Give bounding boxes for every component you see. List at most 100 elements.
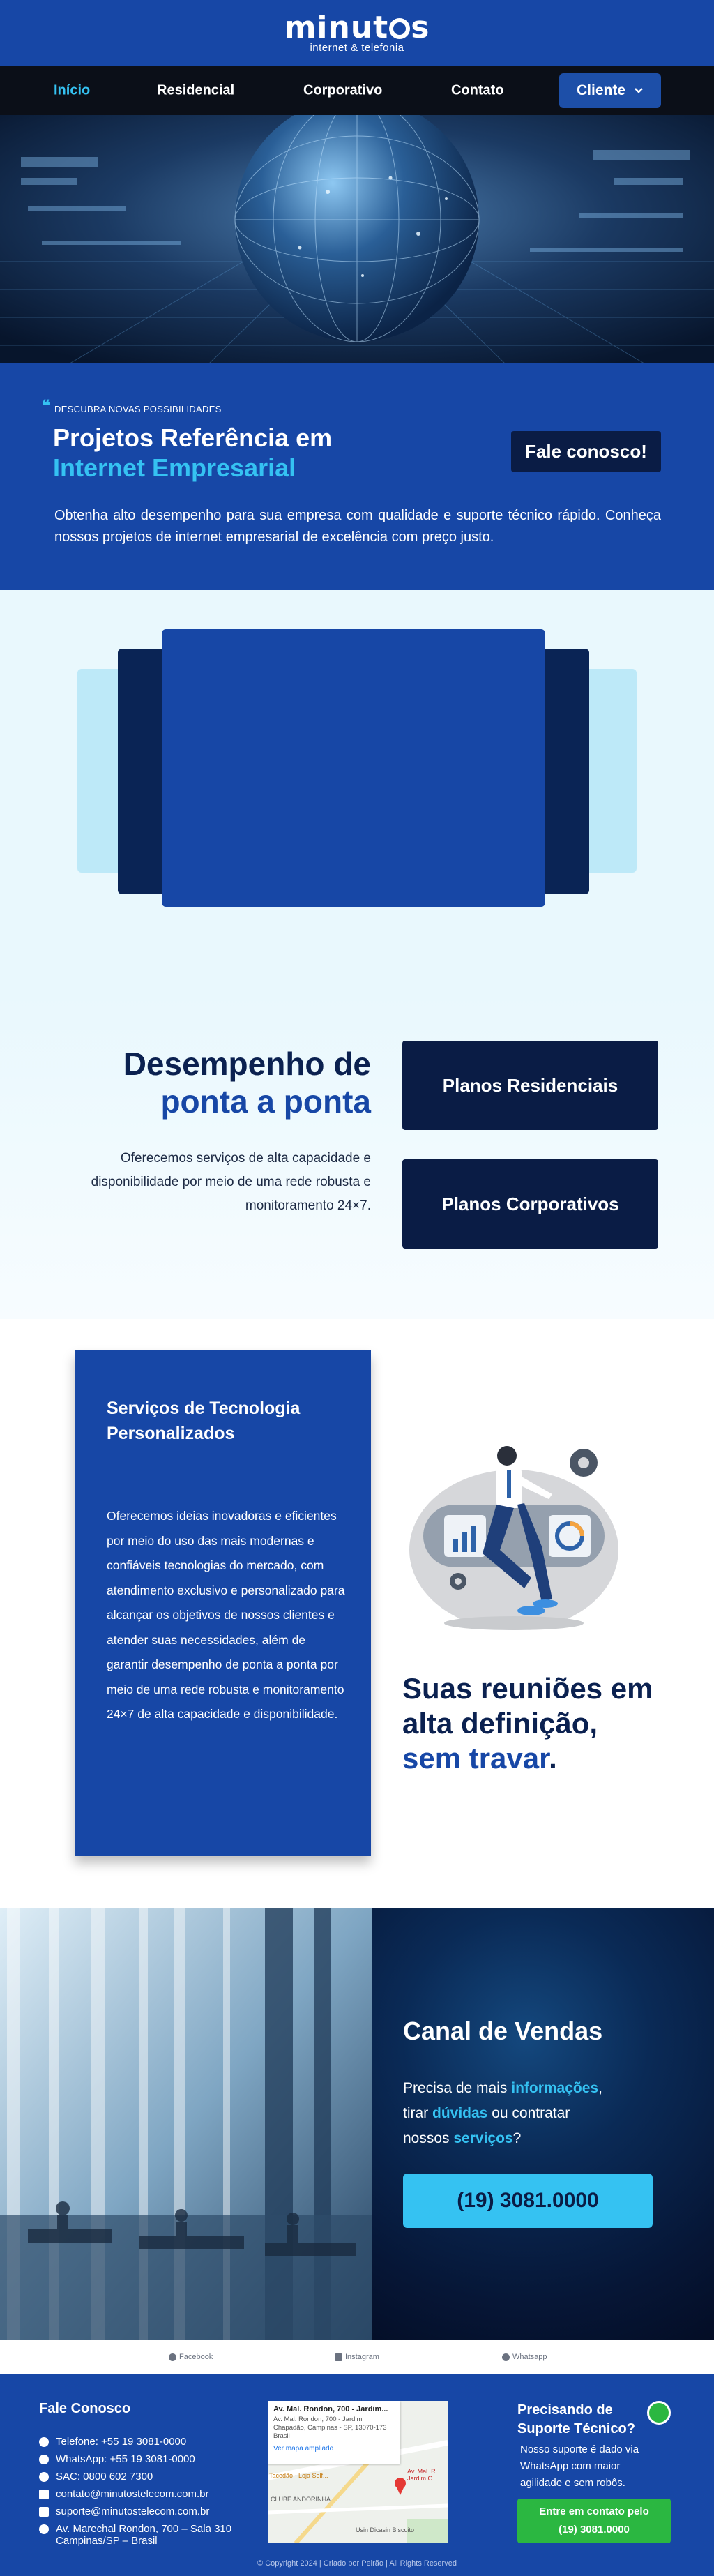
location-map[interactable]: Av. Mal. Rondon, 700 - Jardim... Av. Mal…: [268, 2401, 448, 2543]
intro-kicker: DESCUBRA NOVAS POSSIBILIDADES: [54, 404, 222, 414]
social-link-instagram[interactable]: Instagram: [335, 2353, 379, 2361]
logo-wordmark: minut s: [284, 10, 430, 45]
logo-globe-icon: [389, 18, 411, 39]
map-label-store: Tacedão - Loja Self...: [269, 2472, 328, 2479]
intro-title-line1: Projetos Referência em: [53, 423, 333, 452]
envelope-icon: [39, 2490, 49, 2499]
map-label-club: CLUBE ANDORINHA: [271, 2496, 331, 2503]
support-title: Precisando de Suporte Técnico?: [517, 2402, 635, 2436]
footer-email-support-text: suporte@minutostelecom.com.br: [56, 2506, 210, 2517]
services-headline-line3: sem travar: [402, 1742, 549, 1775]
support-whatsapp-button[interactable]: Entre em contato pelo (19) 3081.0000: [517, 2499, 671, 2543]
services-headline-line2: alta definição,: [402, 1707, 598, 1740]
footer-email-contact[interactable]: contato@minutostelecom.com.br: [39, 2488, 251, 2506]
sales-text-part: tirar: [403, 2105, 432, 2121]
performance-section: Desempenho de ponta a ponta Oferecemos s…: [0, 995, 714, 1319]
copyright: © Copyright 2024 | Criado por Peirão | A…: [257, 2559, 457, 2568]
hero-banner: [0, 115, 714, 363]
whatsapp-icon[interactable]: [647, 2401, 671, 2425]
phone-icon: [39, 2437, 49, 2447]
intro-section: ❝ DESCUBRA NOVAS POSSIBILIDADES Projetos…: [0, 363, 714, 590]
quote-icon: ❝: [42, 397, 50, 414]
sales-text-highlight: dúvidas: [432, 2105, 488, 2121]
performance-title-line1: Desempenho de: [123, 1046, 371, 1082]
sales-text-part: nossos: [403, 2130, 454, 2146]
map-title: Av. Mal. Rondon, 700 - Jardim...: [273, 2405, 388, 2413]
footer-email-contact-text: contato@minutostelecom.com.br: [56, 2488, 209, 2500]
map-address: Av. Mal. Rondon, 700 - Jardim Chapadão, …: [273, 2416, 387, 2440]
whatsapp-icon: [502, 2353, 510, 2361]
whatsapp-icon: [39, 2455, 49, 2464]
nav-item-inicio[interactable]: Início: [54, 83, 90, 99]
social-link-whatsapp[interactable]: Whatsapp: [502, 2353, 547, 2361]
residential-plans-button[interactable]: Planos Residenciais: [402, 1041, 658, 1130]
logo[interactable]: minut s internet & telefonia: [284, 13, 430, 54]
gallery-card-main[interactable]: [162, 629, 545, 907]
sales-text-part: ?: [512, 2130, 522, 2146]
services-box: Serviços de Tecnologia Personalizados Of…: [75, 1350, 371, 1856]
contact-us-button[interactable]: Fale conosco!: [511, 431, 661, 472]
nav-item-contato[interactable]: Contato: [451, 83, 504, 99]
footer-contact-title: Fale Conosco: [39, 2401, 131, 2416]
footer-whatsapp[interactable]: WhatsApp: +55 19 3081-0000: [39, 2453, 251, 2471]
social-link-facebook[interactable]: Facebook: [169, 2353, 213, 2361]
support-button-line1: Entre em contato pelo: [539, 2506, 649, 2517]
intro-title: Projetos Referência em Internet Empresar…: [53, 423, 332, 483]
footer-sac[interactable]: SAC: 0800 602 7300: [39, 2471, 251, 2488]
sales-phone-button[interactable]: (19) 3081.0000: [403, 2174, 653, 2228]
sales-text-highlight: informações: [511, 2080, 599, 2096]
map-info-card: Av. Mal. Rondon, 700 - Jardim... Av. Mal…: [268, 2401, 400, 2464]
client-dropdown-button[interactable]: Cliente: [559, 73, 661, 108]
nav-item-residencial[interactable]: Residencial: [157, 83, 234, 99]
map-label-factory: Usin Dicasin Biscoito: [356, 2526, 415, 2533]
corporate-plans-button[interactable]: Planos Corporativos: [402, 1159, 658, 1249]
nav-item-corporativo[interactable]: Corporativo: [303, 83, 382, 99]
facebook-label: Facebook: [179, 2353, 213, 2361]
support-text: Nosso suporte é dado via WhatsApp com ma…: [520, 2443, 639, 2489]
intro-text: Obtenha alto desempenho para sua empresa…: [54, 508, 661, 545]
sales-text-part: Precisa de mais: [403, 2080, 512, 2096]
services-headline-dot: .: [549, 1742, 557, 1775]
services-section: Serviços de Tecnologia Personalizados Of…: [0, 1319, 714, 1908]
sales-text: Precisa de mais informações, tirar dúvid…: [403, 2076, 633, 2151]
intro-title-line2: Internet Empresarial: [53, 453, 296, 482]
footer-contact-list: Telefone: +55 19 3081-0000 WhatsApp: +55…: [39, 2436, 251, 2551]
sales-text-part: ou contratar: [487, 2105, 570, 2121]
footer-email-support[interactable]: suporte@minutostelecom.com.br: [39, 2506, 251, 2523]
footer-sac-text: SAC: 0800 602 7300: [56, 2471, 153, 2483]
performance-title: Desempenho de ponta a ponta: [78, 1045, 371, 1120]
main-nav: Início Residencial Corporativo Contato C…: [0, 66, 714, 115]
headset-icon: [39, 2472, 49, 2482]
map-pin-icon: [39, 2524, 49, 2534]
office-photo: [0, 1908, 372, 2340]
services-title: Serviços de Tecnologia Personalizados: [107, 1399, 301, 1443]
analytics-illustration: [409, 1446, 618, 1630]
support-button-line2: (19) 3081.0000: [559, 2524, 630, 2536]
footer-whatsapp-text: WhatsApp: +55 19 3081-0000: [56, 2453, 195, 2465]
instagram-icon: [335, 2353, 342, 2361]
footer-phone[interactable]: Telefone: +55 19 3081-0000: [39, 2436, 251, 2453]
services-headline: Suas reuniões em alta definição, sem tra…: [402, 1671, 653, 1776]
footer: Fale Conosco Telefone: +55 19 3081-0000 …: [0, 2374, 714, 2576]
sales-section: Canal de Vendas Precisa de mais informaç…: [0, 1908, 714, 2340]
footer-address: Av. Marechal Rondon, 700 – Sala 310 Camp…: [39, 2523, 251, 2551]
footer-phone-text: Telefone: +55 19 3081-0000: [56, 2436, 187, 2448]
performance-text: Oferecemos serviços de alta capacidade e…: [91, 1151, 371, 1213]
services-text: Oferecemos ideias inovadoras e eficiente…: [107, 1509, 345, 1721]
instagram-label: Instagram: [345, 2353, 379, 2361]
facebook-icon: [169, 2353, 176, 2361]
footer-address-text: Av. Marechal Rondon, 700 – Sala 310 Camp…: [56, 2523, 232, 2547]
support-chat-icon: [39, 2507, 49, 2517]
project-gallery: [0, 590, 714, 995]
sales-title: Canal de Vendas: [403, 2017, 603, 2045]
hero-globe-image: [0, 115, 714, 363]
top-header: minut s internet & telefonia: [0, 0, 714, 66]
sales-text-part: ,: [598, 2080, 602, 2096]
services-headline-line1: Suas reuniões em: [402, 1672, 653, 1705]
chevron-down-icon: [635, 88, 643, 93]
client-label: Cliente: [576, 82, 625, 98]
map-label-address: Av. Mal. R... Jardim C...: [407, 2468, 441, 2482]
sales-text-highlight: serviços: [453, 2130, 513, 2146]
whatsapp-label: Whatsapp: [512, 2353, 547, 2361]
map-enlarge-link[interactable]: Ver mapa ampliado: [273, 2445, 395, 2453]
